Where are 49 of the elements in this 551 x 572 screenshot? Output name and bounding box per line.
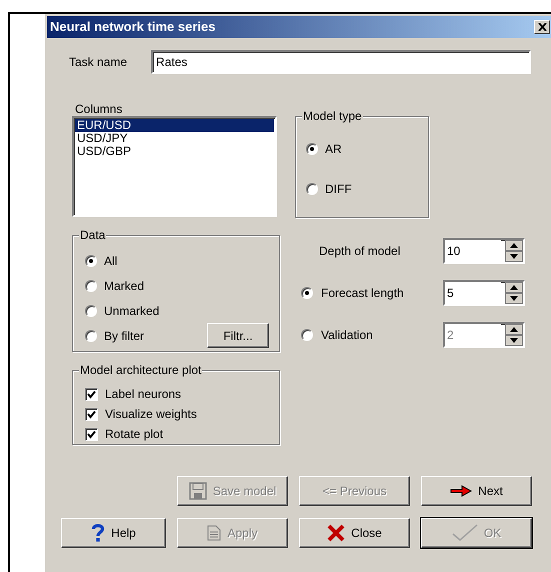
spin-field[interactable]: 10 <box>443 238 525 264</box>
option-label: Marked <box>104 278 146 294</box>
list-item[interactable]: USD/GBP <box>75 145 274 158</box>
option-label: All <box>104 252 118 270</box>
option-label: Rotate plot <box>105 426 164 443</box>
radio-button[interactable] <box>306 183 318 195</box>
filter-button[interactable]: Filtr... <box>207 323 269 348</box>
list-item[interactable]: EUR/USD <box>75 119 274 132</box>
close-button[interactable]: Close <box>299 518 410 548</box>
option-label: Validation <box>321 327 373 344</box>
field-label: Columns <box>75 102 124 116</box>
radio-button[interactable] <box>85 254 97 266</box>
checkbox[interactable] <box>85 408 98 420</box>
option-label: Visualize weights <box>105 406 197 423</box>
close-button[interactable] <box>534 20 550 34</box>
radio-button[interactable] <box>85 304 97 316</box>
columns-listbox[interactable]: EUR/USD USD/JPY USD/GBP <box>72 116 277 217</box>
document-icon <box>207 525 222 541</box>
radio-button[interactable] <box>85 330 97 342</box>
floppy-icon <box>188 482 207 500</box>
checkbox[interactable] <box>85 428 98 440</box>
next-button[interactable]: Next <box>421 476 532 506</box>
close-icon <box>327 524 346 542</box>
spin-arrows-icon[interactable] <box>505 240 523 262</box>
option-label: Unmarked <box>104 302 160 320</box>
spin-arrows-icon[interactable] <box>505 282 523 304</box>
close-icon <box>538 23 546 31</box>
task-name-field[interactable]: Rates <box>151 50 532 74</box>
option-label: Forecast length <box>321 285 404 302</box>
group-title: Model architecture plot <box>79 363 202 377</box>
field-label: Task name <box>69 54 128 71</box>
spin-field[interactable]: 5 <box>443 280 525 306</box>
option-label: Label neurons <box>105 386 182 403</box>
option-label: By filter <box>104 328 146 344</box>
window-title: Neural network time series <box>50 18 216 36</box>
group-title: Model type <box>302 109 363 123</box>
radio-button[interactable] <box>85 280 97 292</box>
field-label: Depth of model <box>319 243 400 260</box>
checkbox[interactable] <box>85 388 98 400</box>
option-label: DIFF <box>325 181 352 198</box>
list-item[interactable]: USD/JPY <box>75 132 274 145</box>
help-icon <box>91 523 106 543</box>
help-button[interactable]: Help <box>61 518 166 548</box>
option-label: AR <box>325 141 342 158</box>
group-title: Data <box>79 228 106 242</box>
radio-button[interactable] <box>301 287 313 299</box>
radio-button[interactable] <box>306 143 318 155</box>
arrow-right-icon <box>450 485 472 497</box>
checkmark-icon <box>452 524 478 542</box>
